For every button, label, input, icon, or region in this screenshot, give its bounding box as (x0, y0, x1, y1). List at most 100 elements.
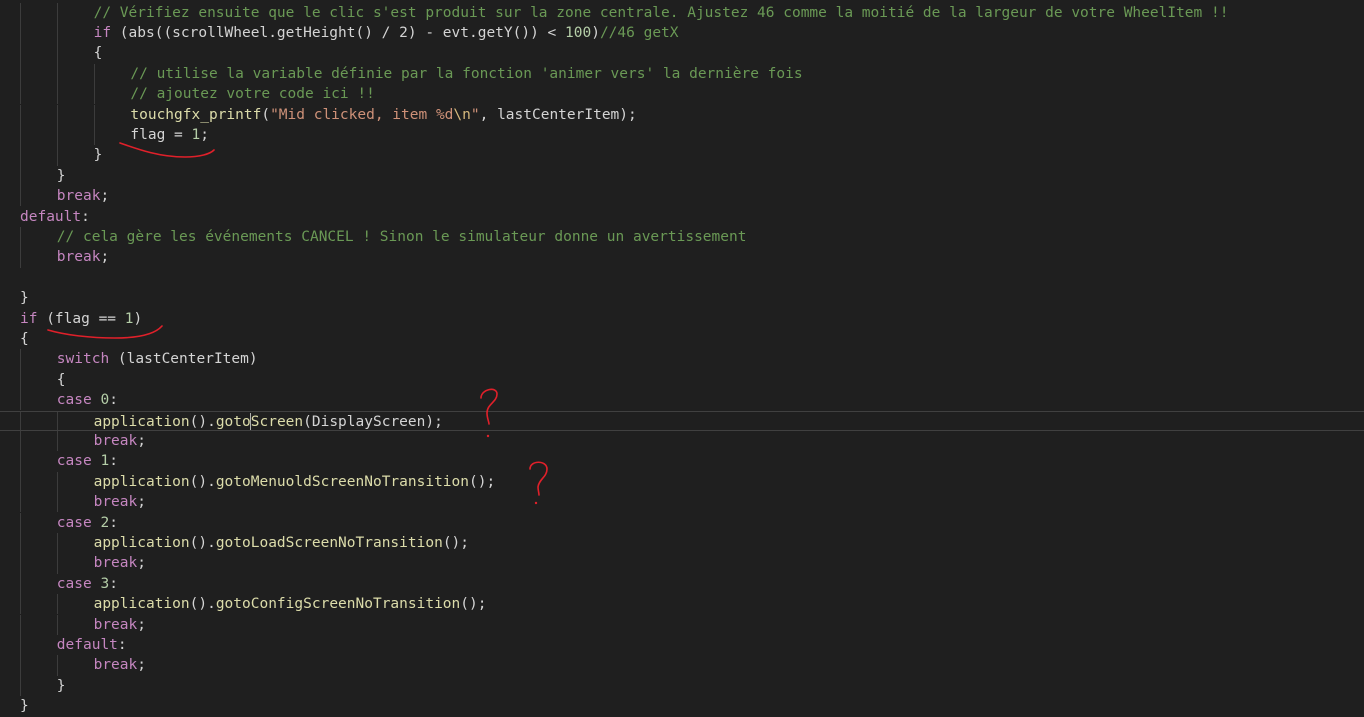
code-token: // cela gère les événements CANCEL ! Sin… (56, 228, 747, 245)
code-token: : (109, 392, 118, 409)
code-token: "Mid clicked, item %d (270, 106, 454, 123)
code-token: case (56, 453, 92, 470)
code-token: default (56, 636, 118, 653)
code-line[interactable]: flag = 1; (0, 125, 1364, 145)
code-line[interactable]: switch (lastCenterItem) (0, 349, 1364, 369)
code-token: if (93, 24, 112, 41)
code-token: (); (460, 596, 487, 613)
code-line[interactable]: break; (0, 553, 1364, 573)
code-line[interactable]: // cela gère les événements CANCEL ! Sin… (0, 227, 1364, 247)
code-token: 1 (124, 310, 134, 327)
code-line[interactable]: if (flag == 1) (0, 309, 1364, 329)
code-line[interactable]: } (0, 145, 1364, 165)
code-line[interactable]: application().gotoConfigScreenNoTransiti… (0, 594, 1364, 614)
code-line[interactable]: default: (0, 635, 1364, 655)
code-token: goto (215, 413, 251, 430)
code-line[interactable]: break; (0, 431, 1364, 451)
code-token: 3 (100, 575, 110, 592)
code-token: break (56, 249, 101, 266)
code-line[interactable]: touchgfx_printf("Mid clicked, item %d\n"… (0, 105, 1364, 125)
code-token: break (56, 188, 101, 205)
code-token: (); (442, 534, 470, 551)
code-token: (abs((scrollWheel.getHeight() / 2) - evt… (111, 24, 566, 41)
code-token: // utilise la variable définie par la fo… (130, 65, 803, 82)
code-token: break (93, 616, 138, 633)
code-line[interactable]: break; (0, 186, 1364, 206)
code-line-current[interactable]: application().gotoScreen(DisplayScreen); (0, 410, 1364, 431)
code-token: ; (137, 555, 146, 572)
code-line[interactable]: break; (0, 655, 1364, 675)
code-line[interactable]: application().gotoMenuoldScreenNoTransit… (0, 472, 1364, 492)
code-line[interactable]: // ajoutez votre code ici !! (0, 84, 1364, 104)
code-line[interactable]: { (0, 370, 1364, 390)
code-token: break (93, 494, 138, 511)
code-token: ) (133, 310, 143, 327)
code-token: ( (261, 106, 271, 123)
code-token: ) (591, 24, 600, 41)
code-line[interactable]: case 2: (0, 513, 1364, 533)
code-token: : (81, 208, 90, 225)
code-line[interactable]: break; (0, 247, 1364, 267)
code-token: gotoMenuoldScreenNoTransition (215, 473, 469, 490)
code-line[interactable]: case 0: (0, 390, 1364, 410)
code-line[interactable]: // Vérifiez ensuite que le clic s'est pr… (0, 3, 1364, 23)
code-line[interactable]: case 1: (0, 451, 1364, 471)
code-line[interactable]: } (0, 696, 1364, 716)
code-line[interactable]: { (0, 43, 1364, 63)
code-token: application (93, 473, 190, 490)
code-token: if (20, 310, 38, 327)
code-line[interactable]: application().gotoLoadScreenNoTransition… (0, 533, 1364, 553)
code-line[interactable]: break; (0, 615, 1364, 635)
code-line[interactable]: // utilise la variable définie par la fo… (0, 64, 1364, 84)
code-token: 1 (191, 126, 201, 143)
code-token: case (56, 575, 92, 592)
code-token: (DisplayScreen); (303, 413, 443, 430)
code-token: // Vérifiez ensuite que le clic s'est pr… (93, 4, 1229, 21)
code-token: case (56, 392, 92, 409)
code-token: } (20, 290, 29, 307)
code-token: ; (137, 616, 146, 633)
code-token: 100 (565, 24, 592, 41)
code-token: //46 getX (599, 24, 679, 41)
code-editor[interactable]: // Vérifiez ensuite que le clic s'est pr… (0, 0, 1364, 714)
code-token: } (56, 677, 66, 694)
code-token: break (93, 657, 138, 674)
code-line[interactable] (0, 268, 1364, 288)
code-token: 0 (100, 392, 110, 409)
code-token: 2 (100, 514, 110, 531)
code-token: break (93, 555, 138, 572)
code-token: (). (189, 534, 216, 551)
code-token: (flag == (37, 310, 125, 327)
code-token: application (93, 534, 190, 551)
code-token: ; (200, 126, 209, 143)
code-token: ; (137, 494, 146, 511)
code-line[interactable]: default: (0, 207, 1364, 227)
code-line[interactable]: } (0, 676, 1364, 696)
code-token: break (93, 432, 138, 449)
code-token: : (109, 453, 118, 470)
code-token: gotoConfigScreenNoTransition (215, 596, 461, 613)
code-line[interactable]: case 3: (0, 574, 1364, 594)
code-line[interactable]: if (abs((scrollWheel.getHeight() / 2) - … (0, 23, 1364, 43)
code-token: // ajoutez votre code ici !! (130, 86, 375, 103)
code-line[interactable]: { (0, 329, 1364, 349)
code-token: application (93, 596, 190, 613)
code-token: } (56, 167, 66, 184)
code-token: (); (469, 473, 496, 490)
code-token: ; (137, 657, 146, 674)
code-token: ; (100, 188, 110, 205)
code-token: " (470, 106, 480, 123)
code-token: (). (189, 596, 216, 613)
code-token: (). (189, 473, 216, 490)
code-line[interactable]: } (0, 288, 1364, 308)
code-line[interactable]: } (0, 166, 1364, 186)
code-token: default (20, 208, 82, 225)
code-token: ; (100, 249, 110, 266)
code-token: { (20, 330, 29, 347)
code-token: { (56, 371, 66, 388)
code-token: 1 (100, 453, 110, 470)
code-line[interactable]: break; (0, 492, 1364, 512)
code-token: case (56, 514, 92, 531)
code-token: } (93, 147, 103, 164)
code-token: : (117, 636, 127, 653)
